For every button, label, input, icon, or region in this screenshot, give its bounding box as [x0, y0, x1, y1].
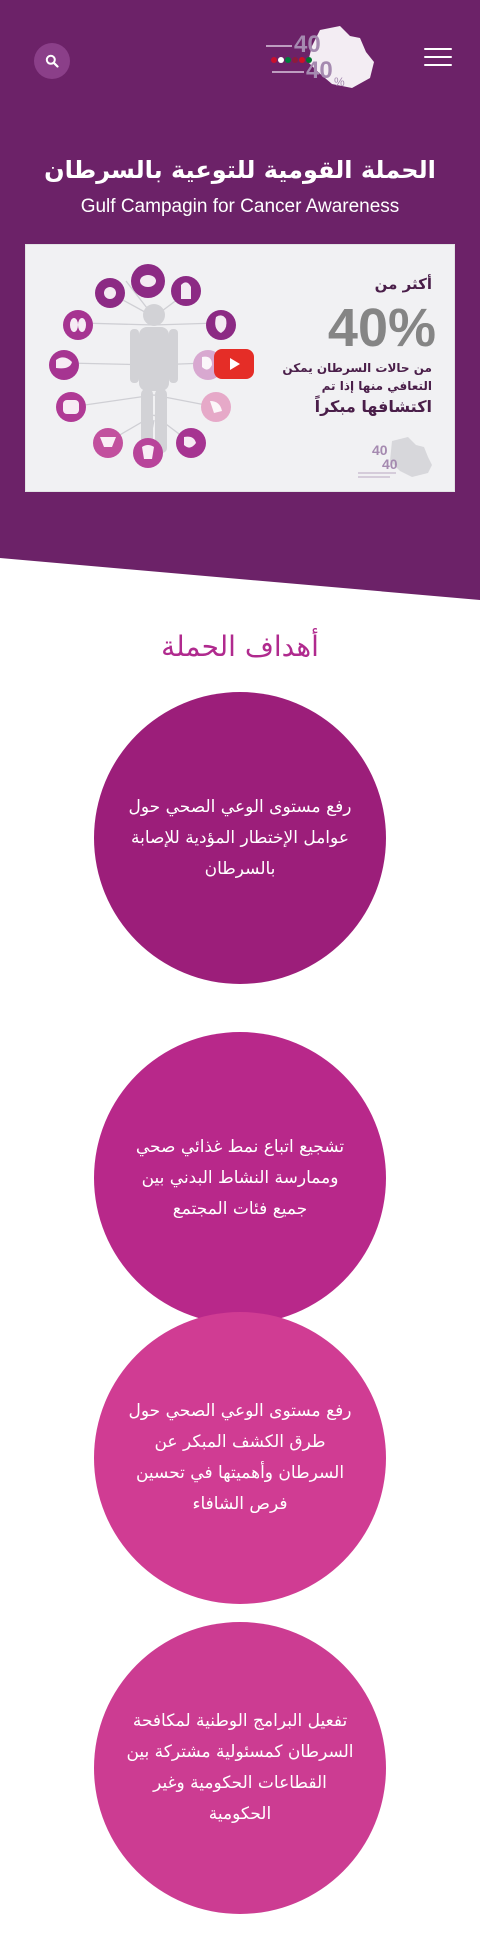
goal-text: تشجيع اتباع نمط غذائي صحي وممارسة النشاط…	[135, 1136, 345, 1219]
goal-text: رفع مستوى الوعي الصحي حول طرق الكشف المب…	[128, 1401, 352, 1514]
hamburger-menu-button[interactable]	[424, 48, 452, 72]
video-text-more-than: أكثر من	[374, 275, 432, 293]
goal-circle-1: رفع مستوى الوعي الصحي حول عوامل الإختطار…	[94, 692, 386, 984]
video-stat: 40%	[327, 298, 436, 358]
youtube-play-icon	[230, 358, 240, 370]
campaign-logo[interactable]: 40 40 %	[262, 22, 380, 94]
goal-circle-4: تفعيل البرامج الوطنية لمكافحة السرطان كم…	[94, 1622, 386, 1914]
search-button[interactable]	[34, 43, 70, 79]
page-title-english: Gulf Campagin for Cancer Awareness	[80, 196, 400, 217]
video-logo: 40 40	[358, 437, 432, 478]
svg-text:40: 40	[382, 456, 398, 472]
video-text-line2: من حالات السرطان يمكن	[282, 361, 432, 375]
video-text-line4: اكتشافها مبكراً	[314, 397, 432, 416]
goal-text: رفع مستوى الوعي الصحي حول عوامل الإختطار…	[128, 796, 352, 879]
goal-circle-2: تشجيع اتباع نمط غذائي صحي وممارسة النشاط…	[94, 1032, 386, 1324]
goal-text: تفعيل البرامج الوطنية لمكافحة السرطان كم…	[126, 1711, 354, 1824]
page-title-arabic: الحملة القومية للتوعية بالسرطان	[44, 156, 436, 184]
hero-section: 40 40 % الحملة القومية للتوعية بالسرطان …	[0, 0, 480, 600]
youtube-play-button[interactable]	[214, 349, 254, 379]
menu-bar	[424, 48, 452, 50]
campaign-video[interactable]: أكثر من 40% من حالات السرطان يمكن التعاف…	[25, 244, 455, 492]
search-icon	[45, 54, 59, 68]
menu-bar	[424, 64, 452, 66]
goals-section-title: أهداف الحملة	[161, 630, 319, 663]
svg-text:%: %	[334, 75, 345, 89]
goal-circle-3: رفع مستوى الوعي الصحي حول طرق الكشف المب…	[94, 1312, 386, 1604]
menu-bar	[424, 56, 452, 58]
svg-text:40: 40	[294, 31, 321, 58]
video-text-line3: التعافي منها إذا تم	[321, 379, 432, 393]
